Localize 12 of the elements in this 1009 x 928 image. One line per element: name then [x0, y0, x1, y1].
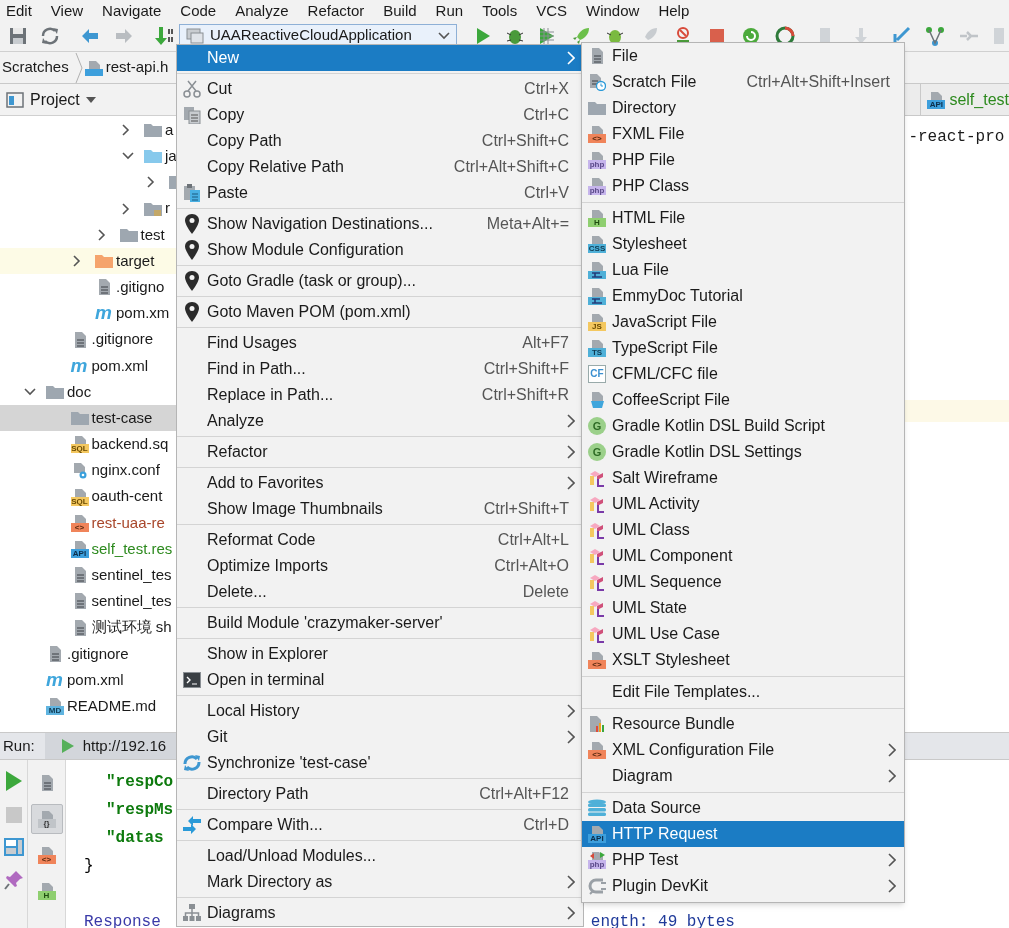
code-line: }: [84, 856, 94, 877]
code-line: -react-pro: [908, 127, 1005, 148]
code-line: "respCo: [106, 772, 174, 793]
maven-file-icon: m: [95, 304, 113, 323]
code-line: "datas: [106, 828, 164, 849]
maven-file-icon: m: [46, 671, 64, 690]
maven-file-icon: m: [70, 356, 89, 375]
code-line: "respMs: [106, 800, 174, 821]
cf-file-icon: CF: [588, 365, 606, 383]
panel-label: Run:: [2, 735, 36, 756]
gradle-icon: G: [588, 443, 606, 461]
gradle-icon: G: [588, 417, 606, 435]
